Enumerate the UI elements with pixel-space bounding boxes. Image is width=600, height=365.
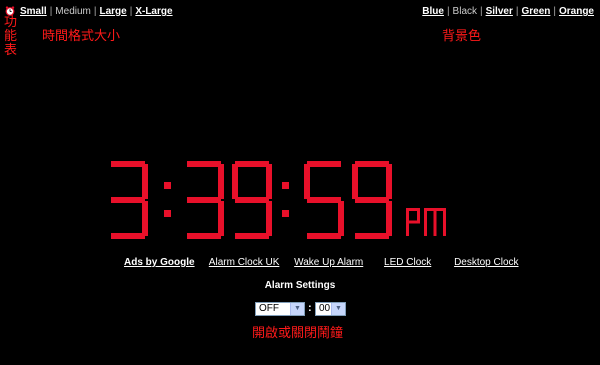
clock-digit [187, 161, 224, 239]
alarm-time-separator: : [308, 302, 312, 314]
ad-links: Ads by Google Alarm Clock UK Wake Up Ala… [124, 257, 531, 268]
ad-link-wake-up-alarm[interactable]: Wake Up Alarm [294, 257, 363, 268]
color-links: Blue | Black | Silver | Green | Orange [422, 6, 594, 17]
separator: | [553, 6, 556, 17]
time-format-annotation: 時間格式大小 [42, 29, 121, 44]
size-link-small[interactable]: Small [20, 6, 47, 17]
separator: | [446, 6, 450, 17]
clock-digit [352, 161, 392, 239]
clock-colon [282, 182, 289, 217]
ads-by-google-link[interactable]: Ads by Google [124, 257, 195, 268]
separator: | [480, 6, 483, 17]
alarm-minute-select[interactable]: 00 ▼ [315, 302, 346, 316]
menu-annotation: 功能表 [4, 15, 18, 58]
size-link-xlarge[interactable]: X-Large [135, 6, 172, 17]
color-link-orange[interactable]: Orange [559, 6, 594, 17]
chevron-down-icon[interactable]: ▼ [290, 303, 304, 315]
size-link-medium[interactable]: Medium [55, 6, 91, 17]
clock-digit [304, 161, 344, 239]
alarm-annotation: 開啟或關閉鬧鐘 [252, 326, 344, 341]
color-link-silver[interactable]: Silver [486, 6, 513, 17]
color-link-black[interactable]: Black [453, 6, 477, 17]
ad-link-alarm-clock-uk[interactable]: Alarm Clock UK [209, 257, 280, 268]
alarm-minute-value: 00 [319, 303, 331, 314]
background-annotation: 背景色 [442, 29, 482, 44]
alarm-hour-select[interactable]: OFF ▼ [255, 302, 305, 316]
chevron-down-icon[interactable]: ▼ [331, 303, 345, 315]
clock-digit [232, 161, 272, 239]
size-link-large[interactable]: Large [99, 6, 126, 17]
clock-ampm [406, 208, 446, 236]
alarm-hour-value: OFF [259, 303, 279, 314]
clock-digit [111, 161, 148, 239]
color-link-green[interactable]: Green [521, 6, 550, 17]
size-links: Small | Medium | Large | X-Large [20, 6, 173, 17]
color-link-blue[interactable]: Blue [422, 6, 444, 17]
ad-link-led-clock[interactable]: LED Clock [384, 257, 431, 268]
led-clock-display [111, 161, 446, 239]
separator: | [49, 6, 53, 17]
clock-colon [164, 182, 171, 217]
alarm-settings-title: Alarm Settings [264, 280, 336, 291]
ad-link-desktop-clock[interactable]: Desktop Clock [454, 257, 518, 268]
